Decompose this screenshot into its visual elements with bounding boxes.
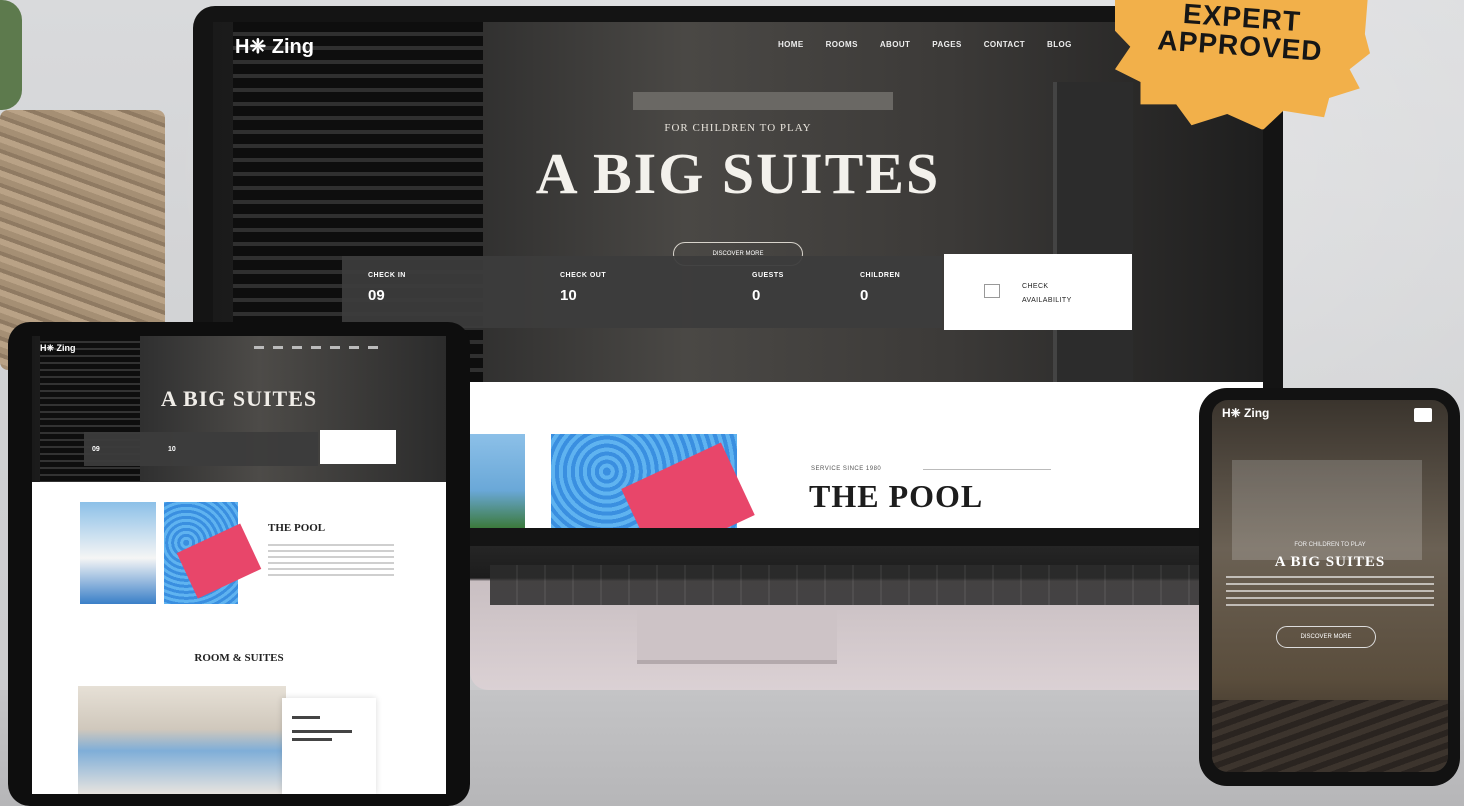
hero-ceiling-image (633, 92, 893, 110)
laptop-keyboard (490, 565, 1260, 605)
tablet-pool-photo-left (80, 502, 156, 604)
checkin-field[interactable]: CHECK IN 09 (368, 272, 406, 304)
phone-hero-subtitle (1226, 576, 1434, 608)
phone-logo[interactable]: H❈ Zing (1222, 406, 1269, 420)
hero-eyebrow: FOR CHILDREN TO PLAY (664, 122, 812, 134)
phone-hero-eyebrow: FOR CHILDREN TO PLAY (1294, 542, 1366, 548)
check-availability-label: CHECK AVAILABILITY (1022, 280, 1072, 308)
site-logo[interactable]: H❈ Zing (235, 34, 314, 59)
tablet-logo[interactable]: H❈ Zing (40, 343, 76, 354)
pool-eyebrow: SERVICE SINCE 1980 (811, 466, 882, 472)
phone-floor-image (1212, 700, 1448, 772)
calendar-icon (984, 284, 1000, 298)
nav-item-blog[interactable]: BLOG (1047, 40, 1072, 49)
children-field[interactable]: CHILDREN 0 (860, 272, 900, 304)
plant-leaf-image (0, 0, 22, 110)
tablet-rooms-title: ROOM & SUITES (194, 652, 284, 664)
check-availability-line1: CHECK (1022, 283, 1049, 290)
phone-discover-more-button[interactable]: DISCOVER MORE (1276, 626, 1376, 648)
hamburger-menu-icon[interactable] (1414, 408, 1432, 422)
checkout-field[interactable]: CHECK OUT 10 (560, 272, 606, 304)
children-value: 0 (860, 287, 869, 304)
tablet-room-card-line (292, 730, 352, 733)
phone-screen: H❈ Zing FOR CHILDREN TO PLAY A BIG SUITE… (1212, 400, 1448, 772)
tablet-pool-paragraph (268, 544, 394, 578)
tablet-nav-item[interactable] (311, 346, 321, 349)
checkin-day: 09 (368, 287, 385, 304)
tablet-check-availability-button[interactable] (320, 430, 396, 464)
tablet-room-card[interactable] (282, 698, 376, 794)
nav-item-pages[interactable]: PAGES (932, 40, 961, 49)
checkout-label: CHECK OUT (560, 272, 607, 279)
phone-hero-title: A BIG SUITES (1274, 554, 1386, 570)
nav-links: HOME ROOMS ABOUT PAGES CONTACT BLOG (778, 40, 1072, 49)
tablet-screen: H❈ Zing A BIG SUITES 09 10 THE POOL ROOM… (32, 336, 446, 794)
hero-title: A BIG SUITES (535, 141, 941, 206)
children-label: CHILDREN (860, 272, 901, 279)
tablet-pool-title: THE POOL (268, 522, 326, 534)
checkout-day: 10 (560, 287, 577, 304)
laptop-base (470, 530, 1280, 690)
tablet-checkout-day[interactable]: 10 (168, 446, 176, 453)
tablet-nav-item[interactable] (330, 346, 340, 349)
tablet-nav-item[interactable] (292, 346, 302, 349)
tablet-nav-item[interactable] (254, 346, 264, 349)
tablet-nav-item[interactable] (368, 346, 378, 349)
nav-item-contact[interactable]: CONTACT (984, 40, 1025, 49)
tablet-room-photo (78, 686, 286, 794)
booking-bar: CHECK IN 09 CHECK OUT 10 GUESTS 0 CHILDR… (342, 256, 942, 328)
guests-field[interactable]: GUESTS 0 (752, 272, 784, 304)
tablet-checkin-day[interactable]: 09 (92, 446, 100, 453)
tablet-hero-title: A BIG SUITES (160, 386, 318, 411)
tablet-booking-bar: 09 10 (84, 432, 318, 466)
top-navigation: H❈ Zing HOME ROOMS ABOUT PAGES CONTACT B… (213, 22, 1263, 68)
guests-value: 0 (752, 287, 761, 304)
checkin-label: CHECK IN (368, 272, 406, 279)
check-availability-line2: AVAILABILITY (1022, 297, 1072, 304)
pool-title: THE POOL (809, 478, 984, 514)
nav-item-rooms[interactable]: ROOMS (826, 40, 858, 49)
nav-item-about[interactable]: ABOUT (880, 40, 910, 49)
tablet-nav-item[interactable] (349, 346, 359, 349)
tablet-nav (254, 346, 378, 349)
laptop-trackpad (637, 610, 837, 664)
check-availability-button[interactable]: CHECK AVAILABILITY (944, 254, 1132, 330)
pool-divider (923, 469, 1051, 470)
nav-item-home[interactable]: HOME (778, 40, 804, 49)
tablet-nav-item[interactable] (273, 346, 283, 349)
tablet-room-card-line (292, 738, 332, 741)
guests-label: GUESTS (752, 272, 784, 279)
tablet-room-card-line (292, 716, 320, 719)
